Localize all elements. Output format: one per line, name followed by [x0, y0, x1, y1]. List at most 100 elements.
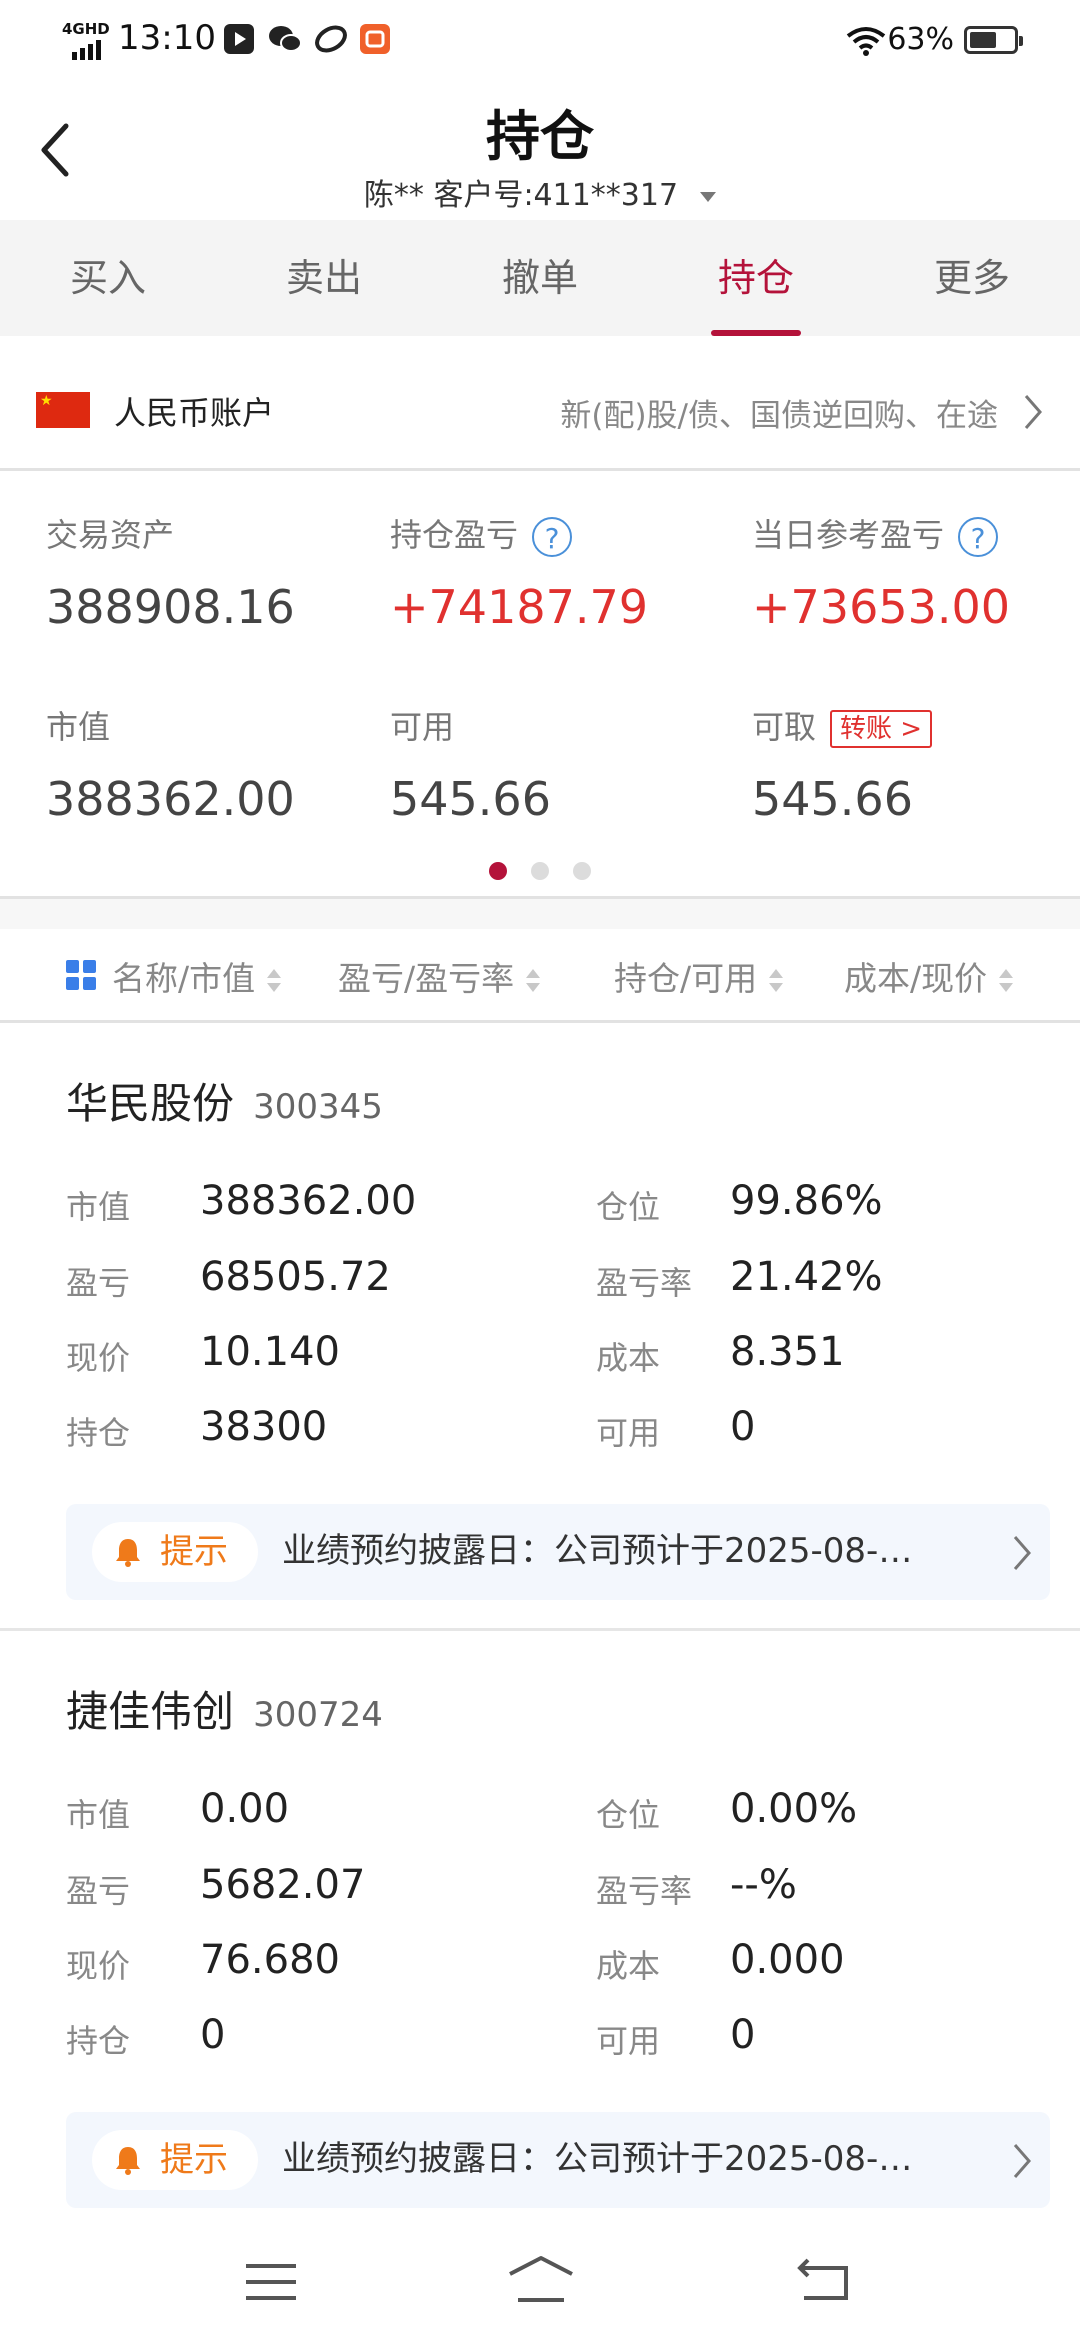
account-description: 新(配)股/债、国债逆回购、在途: [560, 398, 998, 434]
trade-assets-label: 交易资产: [46, 516, 175, 554]
daily-pl-label-group: 当日参考盈亏?: [752, 510, 999, 557]
network-indicator: 4GHD: [62, 20, 110, 38]
column-label: 名称/市值: [112, 959, 256, 998]
pl-value: 5682.07: [200, 1862, 366, 1908]
stock-code: 300345: [253, 1087, 383, 1127]
column-label: 成本/现价: [844, 959, 988, 998]
help-icon[interactable]: ?: [958, 517, 999, 557]
sort-icon: [526, 967, 541, 995]
withdrawable-label: 可取: [752, 708, 817, 746]
stock-title: 捷佳伟创 300724: [66, 1678, 383, 1739]
system-nav-bar: [0, 2230, 1080, 2340]
tab-cancel-order[interactable]: 撤单: [432, 220, 648, 336]
stock-name: 捷佳伟创: [66, 1687, 235, 1736]
earnings-tip-banner[interactable]: 提示 业绩预约披露日：公司预计于2025-08-…: [66, 2112, 1050, 2208]
position-ratio: 99.86%: [730, 1178, 883, 1224]
tip-badge: 提示: [92, 2130, 258, 2190]
tip-text: 业绩预约披露日：公司预计于2025-08-…: [282, 2139, 913, 2179]
tab-positions[interactable]: 持仓: [648, 220, 864, 336]
transfer-button[interactable]: 转账 >: [830, 710, 933, 748]
home-icon[interactable]: [506, 2254, 576, 2306]
chevron-right-icon: [1013, 1536, 1031, 1570]
sort-icon: [999, 967, 1014, 995]
tip-badge: 提示: [92, 1522, 258, 1582]
holding-qty: 0: [200, 2012, 226, 2058]
tab-more[interactable]: 更多: [864, 220, 1080, 336]
available-qty: 0: [730, 1404, 756, 1450]
cost-value: 8.351: [730, 1329, 845, 1375]
tab-buy[interactable]: 买入: [0, 220, 216, 336]
link-app-icon: [314, 24, 348, 54]
market-value: 0.00: [200, 1786, 290, 1832]
available-label: 可用: [390, 708, 455, 746]
column-label: 盈亏/盈亏率: [338, 959, 515, 998]
china-flag-icon: ★: [36, 392, 90, 428]
page-title: 持仓: [486, 105, 594, 168]
position-ratio-label: 仓位: [596, 1188, 661, 1226]
signal-icon: [72, 40, 101, 60]
cost-label: 成本: [596, 1339, 661, 1377]
tab-label: 买入: [69, 256, 146, 300]
pl-rate-label: 盈亏率: [596, 1264, 693, 1302]
available-value: 545.66: [390, 772, 551, 826]
position-pl-label: 持仓盈亏: [390, 516, 519, 554]
pl-rate-label: 盈亏率: [596, 1872, 693, 1910]
trade-assets-value: 388908.16: [46, 580, 295, 634]
tab-bar: 买入 卖出 撤单 持仓 更多: [0, 220, 1080, 336]
current-price: 10.140: [200, 1329, 340, 1375]
page-indicator-dot[interactable]: [573, 862, 591, 880]
current-price: 76.680: [200, 1937, 340, 1983]
tip-text: 业绩预约披露日：公司预计于2025-08-…: [282, 1531, 913, 1571]
market-value: 388362.00: [46, 772, 295, 826]
market-value-label: 市值: [66, 1796, 131, 1834]
active-tab-indicator: [711, 330, 801, 336]
stock-code: 300724: [253, 1695, 383, 1735]
pl-label: 盈亏: [66, 1264, 131, 1302]
battery-icon: [964, 26, 1023, 54]
position-pl-label-group: 持仓盈亏?: [390, 510, 573, 557]
battery-percent: 63%: [887, 22, 954, 57]
currency-account-label: 人民币账户: [114, 394, 275, 432]
divider: [0, 1628, 1080, 1631]
sort-icon: [769, 967, 784, 995]
shopping-app-icon: [360, 24, 390, 54]
back-nav-icon[interactable]: [796, 2256, 850, 2304]
tab-sell[interactable]: 卖出: [216, 220, 432, 336]
pl-value: 68505.72: [200, 1254, 391, 1300]
section-gap: [0, 899, 1080, 929]
help-icon[interactable]: ?: [532, 517, 573, 557]
divider: [0, 1020, 1080, 1023]
chevron-right-icon[interactable]: [1022, 392, 1044, 432]
pl-rate: 21.42%: [730, 1254, 883, 1300]
menu-icon[interactable]: [244, 2260, 298, 2304]
sort-pl-rate[interactable]: 盈亏/盈亏率: [338, 952, 541, 1000]
withdrawable-label-group: 可取 转账 >: [752, 702, 933, 748]
account-selector[interactable]: 陈** 客户号:411**317: [0, 170, 1080, 214]
available-qty: 0: [730, 2012, 756, 2058]
daily-pl-value: +73653.00: [752, 580, 1011, 634]
tip-badge-label: 提示: [160, 1532, 228, 1572]
divider: [0, 468, 1080, 471]
clock: 13:10: [118, 18, 216, 58]
status-bar: 4GHD 13:10 63%: [0, 0, 1080, 84]
price-label: 现价: [66, 1339, 131, 1377]
sort-name-value[interactable]: 名称/市值: [112, 952, 282, 1000]
page-indicator-dot-active[interactable]: [489, 862, 507, 880]
page-indicator-dot[interactable]: [531, 862, 549, 880]
account-info: 陈** 客户号:411**317: [363, 178, 679, 213]
bell-icon: [116, 2147, 140, 2175]
position-ratio: 0.00%: [730, 1786, 858, 1832]
wechat-icon: [268, 24, 302, 54]
available-label: 可用: [596, 2022, 661, 2060]
grid-view-icon[interactable]: [66, 960, 96, 990]
pl-rate: --%: [730, 1862, 797, 1908]
earnings-tip-banner[interactable]: 提示 业绩预约披露日：公司预计于2025-08-…: [66, 1504, 1050, 1600]
available-label: 可用: [596, 1414, 661, 1452]
tip-badge-label: 提示: [160, 2140, 228, 2180]
wifi-icon: [846, 27, 886, 56]
tab-label: 持仓: [717, 256, 794, 300]
stock-title: 华民股份 300345: [66, 1070, 383, 1131]
market-value-label: 市值: [46, 708, 111, 746]
sort-holding-available[interactable]: 持仓/可用: [614, 952, 784, 1000]
sort-cost-price[interactable]: 成本/现价: [844, 952, 1014, 1000]
